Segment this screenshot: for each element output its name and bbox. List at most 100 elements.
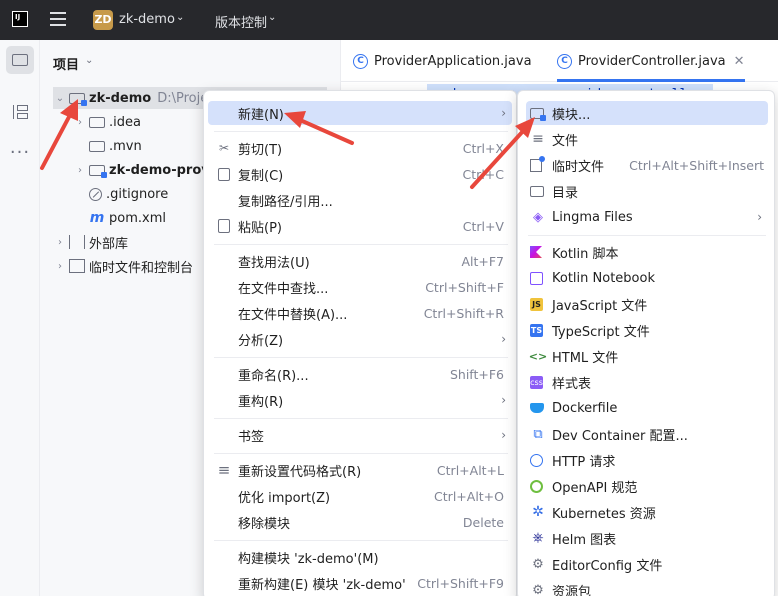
submenu-item-kotlin-notebook[interactable]: Kotlin Notebook bbox=[526, 266, 768, 290]
project-tool-button[interactable] bbox=[6, 46, 34, 74]
menu-item-rebuild-module[interactable]: 重新构建(E) 模块 'zk-demo' Ctrl+Shift+F9 bbox=[208, 571, 512, 595]
tree-item-idea[interactable]: › .idea bbox=[73, 111, 141, 133]
chevron-right-icon: › bbox=[501, 428, 506, 442]
chevron-down-icon[interactable]: ⌄ bbox=[85, 55, 93, 66]
submenu-item-helm-chart[interactable]: Helm 图表 bbox=[526, 526, 768, 550]
menu-item-bookmarks[interactable]: 书签 › bbox=[208, 423, 512, 447]
main-menu-icon[interactable] bbox=[50, 12, 66, 26]
submenu-item-dev-container[interactable]: Dev Container 配置... bbox=[526, 422, 768, 446]
tree-item-label: 外部库 bbox=[89, 236, 129, 252]
submenu-item-file[interactable]: 文件 bbox=[526, 127, 768, 151]
menu-item-cut[interactable]: 剪切(T) Ctrl+X bbox=[208, 136, 512, 160]
scratch-file-icon bbox=[530, 155, 545, 172]
intellij-logo-icon[interactable]: IJ bbox=[12, 11, 28, 27]
submenu-item-typescript-file[interactable]: TS TypeScript 文件 bbox=[526, 318, 768, 342]
menu-item-label: 在文件中替换(A)... bbox=[238, 307, 348, 323]
scratch-icon bbox=[69, 259, 85, 273]
tree-item-label: zk-demo-provi bbox=[109, 162, 215, 178]
ignore-file-icon bbox=[89, 187, 102, 201]
menu-separator bbox=[214, 357, 508, 358]
tree-item-pom[interactable]: m pom.xml bbox=[87, 207, 166, 229]
structure-tool-button[interactable] bbox=[6, 98, 34, 126]
tree-item-external-libraries[interactable]: › 外部库 bbox=[53, 231, 128, 253]
openapi-icon bbox=[530, 479, 543, 493]
menu-item-label: 复制(C) bbox=[238, 168, 284, 184]
helm-icon bbox=[530, 530, 546, 546]
submenu-item-resource-bundle[interactable]: 资源包 bbox=[526, 578, 768, 596]
submenu-item-javascript-file[interactable]: JS JavaScript 文件 bbox=[526, 292, 768, 316]
chevron-down-icon[interactable]: ⌄ bbox=[53, 93, 67, 104]
menu-item-label: HTTP 请求 bbox=[552, 454, 616, 470]
chevron-down-icon[interactable]: ⌄ bbox=[268, 12, 276, 23]
more-tools-icon[interactable]: ··· bbox=[6, 138, 34, 166]
menu-shortcut: Ctrl+C bbox=[462, 166, 504, 182]
menu-item-label: 分析(Z) bbox=[238, 333, 284, 349]
menu-item-refactor[interactable]: 重构(R) › bbox=[208, 388, 512, 412]
tree-item-mvn[interactable]: .mvn bbox=[87, 135, 142, 157]
menu-item-copy[interactable]: 复制(C) Ctrl+C bbox=[208, 162, 512, 186]
chevron-right-icon[interactable]: › bbox=[73, 165, 87, 176]
menu-item-label: HTML 文件 bbox=[552, 350, 619, 366]
menu-item-optimize-imports[interactable]: 优化 import(Z) Ctrl+Alt+O bbox=[208, 484, 512, 508]
submenu-item-editorconfig[interactable]: EditorConfig 文件 bbox=[526, 552, 768, 576]
chevron-right-icon: › bbox=[501, 393, 506, 407]
submenu-item-openapi[interactable]: OpenAPI 规范 bbox=[526, 474, 768, 498]
menu-item-analyze[interactable]: 分析(Z) › bbox=[208, 327, 512, 351]
submenu-item-scratch-file[interactable]: 临时文件 Ctrl+Alt+Shift+Insert bbox=[526, 153, 768, 177]
tree-item-gitignore[interactable]: .gitignore bbox=[87, 183, 168, 205]
submenu-item-dockerfile[interactable]: Dockerfile bbox=[526, 396, 768, 420]
tab-label: ProviderApplication.java bbox=[374, 53, 532, 69]
tab-provider-controller[interactable]: C ProviderController.java ✕ bbox=[557, 40, 745, 82]
tree-item-provider-module[interactable]: › zk-demo-provi bbox=[73, 159, 214, 181]
chevron-right-icon: › bbox=[501, 106, 506, 120]
menu-shortcut: Shift+F6 bbox=[449, 366, 504, 382]
tree-item-label: .idea bbox=[109, 114, 141, 130]
menu-item-new[interactable]: 新建(N) › bbox=[208, 101, 512, 125]
menu-item-label: 书签 bbox=[238, 429, 265, 445]
project-switcher[interactable]: zk-demo bbox=[119, 12, 175, 27]
submenu-item-module[interactable]: 模块... bbox=[526, 101, 768, 125]
reformat-icon bbox=[216, 462, 232, 478]
menu-item-rename[interactable]: 重命名(R)... Shift+F6 bbox=[208, 362, 512, 386]
tree-item-scratches[interactable]: › 临时文件和控制台 bbox=[53, 255, 193, 277]
submenu-item-kotlin-script[interactable]: Kotlin 脚本 bbox=[526, 240, 768, 264]
submenu-item-kubernetes[interactable]: Kubernetes 资源 bbox=[526, 500, 768, 524]
chevron-right-icon[interactable]: › bbox=[53, 261, 67, 272]
java-class-icon: C bbox=[353, 53, 368, 69]
menu-item-find-in-files[interactable]: 在文件中查找... Ctrl+Shift+F bbox=[208, 275, 512, 299]
menu-item-label: 重命名(R)... bbox=[238, 368, 309, 384]
menu-item-replace-in-files[interactable]: 在文件中替换(A)... Ctrl+Shift+R bbox=[208, 301, 512, 325]
menu-item-remove-module[interactable]: 移除模块 Delete bbox=[208, 510, 512, 534]
library-icon bbox=[69, 235, 85, 249]
tree-item-label: .gitignore bbox=[106, 186, 169, 202]
menu-item-build-module[interactable]: 构建模块 'zk-demo'(M) bbox=[208, 545, 512, 569]
css-icon: css bbox=[530, 375, 543, 389]
menu-item-copy-path[interactable]: 复制路径/引用... bbox=[208, 188, 512, 212]
menu-item-label: 重构(R) bbox=[238, 394, 284, 410]
chevron-right-icon: › bbox=[501, 332, 506, 346]
menu-item-label: 模块... bbox=[552, 107, 591, 123]
submenu-item-directory[interactable]: 目录 bbox=[526, 179, 768, 203]
tab-provider-application[interactable]: C ProviderApplication.java bbox=[353, 40, 532, 82]
menu-item-label: OpenAPI 规范 bbox=[552, 480, 638, 496]
tree-item-label: zk-demo bbox=[89, 90, 152, 106]
menu-item-label: Kotlin Notebook bbox=[552, 270, 655, 286]
chevron-right-icon[interactable]: › bbox=[53, 237, 67, 248]
submenu-item-stylesheet[interactable]: css 样式表 bbox=[526, 370, 768, 394]
chevron-down-icon[interactable]: ⌄ bbox=[176, 12, 184, 23]
submenu-item-lingma-files[interactable]: Lingma Files › bbox=[526, 205, 768, 229]
folder-icon bbox=[530, 185, 544, 197]
menu-shortcut: Ctrl+Shift+F9 bbox=[417, 575, 504, 591]
vcs-menu[interactable]: 版本控制 bbox=[215, 12, 267, 31]
menu-item-find-usages[interactable]: 查找用法(U) Alt+F7 bbox=[208, 249, 512, 273]
project-badge[interactable]: ZD bbox=[93, 10, 113, 30]
close-icon[interactable]: ✕ bbox=[734, 54, 745, 69]
submenu-item-http-request[interactable]: HTTP 请求 bbox=[526, 448, 768, 472]
menu-item-paste[interactable]: 粘贴(P) Ctrl+V bbox=[208, 214, 512, 238]
left-tool-strip: ··· bbox=[0, 40, 40, 596]
menu-item-reformat-code[interactable]: 重新设置代码格式(R) Ctrl+Alt+L bbox=[208, 458, 512, 482]
tree-item-label: pom.xml bbox=[109, 210, 166, 226]
submenu-item-html-file[interactable]: HTML 文件 bbox=[526, 344, 768, 368]
tree-item-label: 临时文件和控制台 bbox=[89, 260, 194, 276]
chevron-right-icon[interactable]: › bbox=[73, 117, 87, 128]
